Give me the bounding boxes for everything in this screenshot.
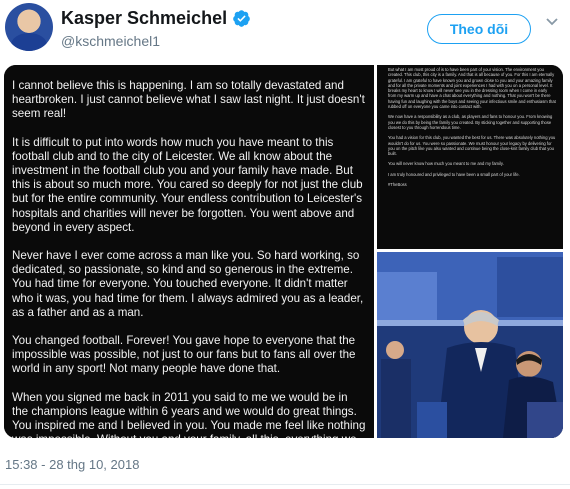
celebration-photo[interactable]	[377, 252, 563, 438]
tweet-timestamp[interactable]: 15:38 - 28 thg 10, 2018	[5, 457, 139, 472]
statement-paragraph: When you signed me back in 2011 you said…	[12, 390, 366, 438]
statement-paragraph: You will never know how much you meant t…	[388, 161, 504, 167]
follow-button[interactable]: Theo dõi	[427, 14, 531, 44]
statement-paragraph: #TheBoss	[388, 182, 407, 188]
celebration-photo-art	[377, 252, 563, 438]
verified-badge-icon	[233, 10, 250, 27]
statement-paragraph: But what I am most proud of is to have b…	[388, 67, 556, 110]
statement-text-right: But what I am most proud of is to have b…	[388, 67, 556, 192]
statement-image-right[interactable]: But what I am most proud of is to have b…	[377, 65, 563, 249]
statement-paragraph: It is difficult to put into words how mu…	[12, 135, 363, 234]
statement-paragraph: I cannot believe this is happening. I am…	[12, 79, 365, 121]
tweet-header: Kasper Schmeichel @kschmeichel1 Theo dõi	[0, 0, 570, 62]
statement-paragraph: You changed football. Forever! You gave …	[12, 334, 356, 376]
statement-image-left[interactable]: I cannot believe this is happening. I am…	[4, 65, 374, 438]
display-name[interactable]: Kasper Schmeichel	[61, 8, 227, 29]
handle[interactable]: @kschmeichel1	[61, 33, 160, 49]
statement-paragraph: I am truly honoured and privileged to ha…	[388, 171, 520, 177]
statement-paragraph: We now have a responsibility as a club, …	[388, 114, 553, 130]
statement-paragraph: You had a vision for this club, you want…	[388, 135, 556, 157]
display-name-row[interactable]: Kasper Schmeichel	[61, 8, 251, 29]
chevron-down-icon[interactable]	[544, 14, 560, 28]
tweet-media[interactable]: I cannot believe this is happening. I am…	[4, 65, 563, 438]
statement-paragraph: Never have I ever come across a man like…	[12, 249, 364, 319]
separator	[0, 484, 570, 485]
avatar[interactable]	[5, 3, 53, 51]
statement-text-left: I cannot believe this is happening. I am…	[12, 79, 366, 438]
